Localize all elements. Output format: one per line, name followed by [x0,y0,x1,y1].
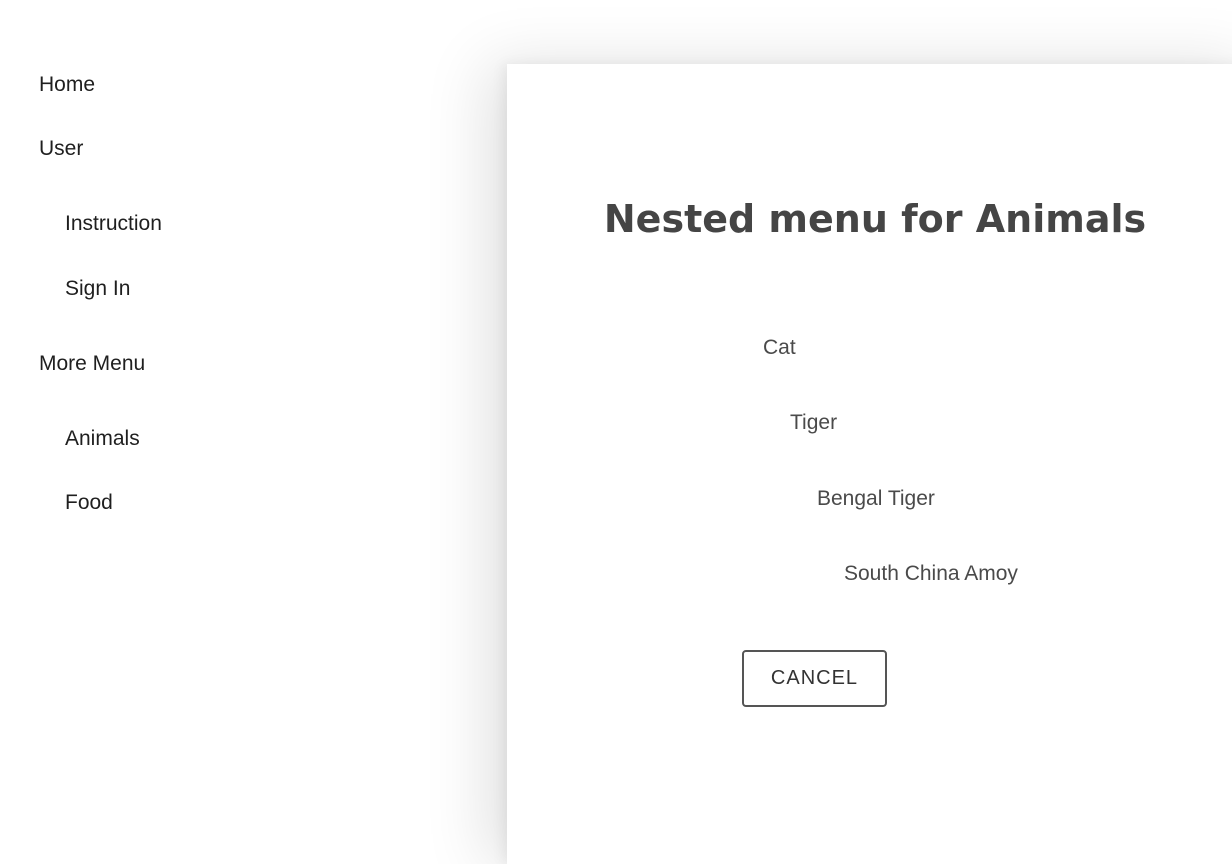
sidebar-nav: Home User Instruction Sign In More Menu … [0,0,500,834]
sidebar-item-sign-in[interactable]: Sign In [65,277,130,301]
cancel-button[interactable]: CANCEL [742,650,887,707]
menu-item-cat[interactable]: Cat [763,336,796,360]
sidebar-item-user[interactable]: User [39,137,83,161]
menu-item-south-china-amoy[interactable]: South China Amoy [844,562,1018,586]
sidebar-item-home[interactable]: Home [39,73,95,97]
sidebar-item-more-menu[interactable]: More Menu [39,352,145,376]
menu-item-bengal-tiger[interactable]: Bengal Tiger [817,487,935,511]
page-title: Nested menu for Animals [603,197,1147,241]
sidebar-item-food[interactable]: Food [65,491,113,515]
nested-menu-panel [507,64,1232,864]
menu-item-tiger[interactable]: Tiger [790,411,837,435]
sidebar-item-instruction[interactable]: Instruction [65,212,162,236]
sidebar-item-animals[interactable]: Animals [65,427,140,451]
